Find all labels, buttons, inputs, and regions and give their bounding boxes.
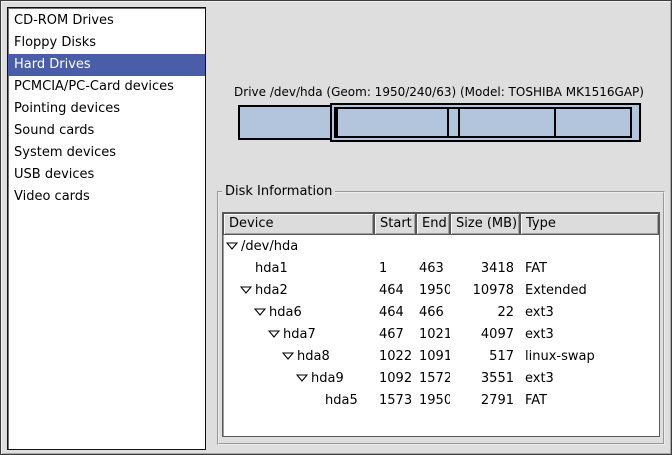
device-name: hda2 — [254, 283, 288, 298]
end-cell: 463 — [416, 261, 450, 276]
disk-information-frame-label: Disk Information — [222, 184, 335, 200]
hardware-browser-window: CD-ROM Drives Floppy Disks Hard Drives P… — [0, 0, 672, 455]
table-row[interactable]: hda9 1092 1572 3551 ext3 — [223, 367, 659, 389]
expander-triangle-icon[interactable] — [296, 374, 310, 382]
type-cell: ext3 — [520, 327, 659, 342]
column-header-start[interactable]: Start — [374, 213, 416, 235]
size-cell: 4097 — [450, 327, 520, 342]
sidebar-item-hard-drives[interactable]: Hard Drives — [8, 54, 205, 76]
partition-segment-hda1 — [238, 105, 332, 140]
sidebar-item-sound-cards[interactable]: Sound cards — [8, 120, 205, 142]
device-name: hda5 — [324, 393, 358, 408]
start-cell: 1573 — [374, 393, 416, 408]
drive-title: Drive /dev/hda (Geom: 1950/240/63) (Mode… — [234, 85, 644, 99]
table-row[interactable]: hda1 1 463 3418 FAT — [223, 257, 659, 279]
partition-segment-hda9 — [458, 107, 557, 138]
start-cell: 464 — [374, 305, 416, 320]
sidebar-item-pcmcia-devices[interactable]: PCMCIA/PC-Card devices — [8, 76, 205, 98]
end-cell: 1091 — [416, 349, 450, 364]
size-cell: 10978 — [450, 283, 520, 298]
column-header-size[interactable]: Size (MB) — [450, 213, 520, 235]
sidebar-item-pointing-devices[interactable]: Pointing devices — [8, 98, 205, 120]
table-row[interactable]: hda7 467 1021 4097 ext3 — [223, 323, 659, 345]
device-name: /dev/hda — [240, 239, 298, 254]
device-category-list: CD-ROM Drives Floppy Disks Hard Drives P… — [7, 7, 206, 450]
table-row[interactable]: /dev/hda — [223, 235, 659, 257]
table-row[interactable]: hda2 464 1950 10978 Extended — [223, 279, 659, 301]
size-cell: 2791 — [450, 393, 520, 408]
column-header-end[interactable]: End — [416, 213, 450, 235]
device-name: hda7 — [282, 327, 316, 342]
device-name: hda1 — [254, 261, 288, 276]
sidebar-item-usb-devices[interactable]: USB devices — [8, 164, 205, 186]
type-cell: ext3 — [520, 371, 659, 386]
device-name: hda8 — [296, 349, 330, 364]
start-cell: 1022 — [374, 349, 416, 364]
sidebar-item-video-cards[interactable]: Video cards — [8, 186, 205, 208]
sidebar-item-cdrom-drives[interactable]: CD-ROM Drives — [8, 10, 205, 32]
sidebar-item-floppy-disks[interactable]: Floppy Disks — [8, 32, 205, 54]
disk-table-body: /dev/hda hda1 1 463 3418 FAT hda2 464 19… — [223, 235, 659, 411]
expander-triangle-icon[interactable] — [254, 308, 268, 316]
size-cell: 3418 — [450, 261, 520, 276]
type-cell: FAT — [520, 393, 659, 408]
table-row[interactable]: hda6 464 466 22 ext3 — [223, 301, 659, 323]
partition-segment-hda7 — [336, 107, 449, 138]
size-cell: 3551 — [450, 371, 520, 386]
type-cell: linux-swap — [520, 349, 659, 364]
end-cell: 466 — [416, 305, 450, 320]
size-cell: 22 — [450, 305, 520, 320]
start-cell: 1 — [374, 261, 416, 276]
end-cell: 1950 — [416, 393, 450, 408]
partition-bar — [238, 103, 641, 142]
end-cell: 1021 — [416, 327, 450, 342]
table-row[interactable]: hda5 1573 1950 2791 FAT — [223, 389, 659, 411]
type-cell: Extended — [520, 283, 659, 298]
size-cell: 517 — [450, 349, 520, 364]
disk-table-header: Device Start End Size (MB) Type — [223, 213, 659, 235]
disk-information-frame: Disk Information Device Start End Size (… — [217, 191, 665, 445]
disk-table: Device Start End Size (MB) Type /dev/hda — [222, 212, 660, 437]
sidebar-item-system-devices[interactable]: System devices — [8, 142, 205, 164]
column-header-device[interactable]: Device — [223, 213, 374, 235]
device-name: hda9 — [310, 371, 344, 386]
column-header-type[interactable]: Type — [520, 213, 659, 235]
type-cell: FAT — [520, 261, 659, 276]
partition-segment-hda2-extended — [330, 103, 641, 142]
end-cell: 1572 — [416, 371, 450, 386]
start-cell: 1092 — [374, 371, 416, 386]
partition-segment-hda5 — [554, 107, 632, 138]
expander-triangle-icon[interactable] — [282, 352, 296, 360]
table-row[interactable]: hda8 1022 1091 517 linux-swap — [223, 345, 659, 367]
expander-triangle-icon[interactable] — [268, 330, 282, 338]
expander-triangle-icon[interactable] — [240, 286, 254, 294]
device-name: hda6 — [268, 305, 302, 320]
type-cell: ext3 — [520, 305, 659, 320]
start-cell: 464 — [374, 283, 416, 298]
start-cell: 467 — [374, 327, 416, 342]
expander-triangle-icon[interactable] — [226, 242, 240, 250]
end-cell: 1950 — [416, 283, 450, 298]
